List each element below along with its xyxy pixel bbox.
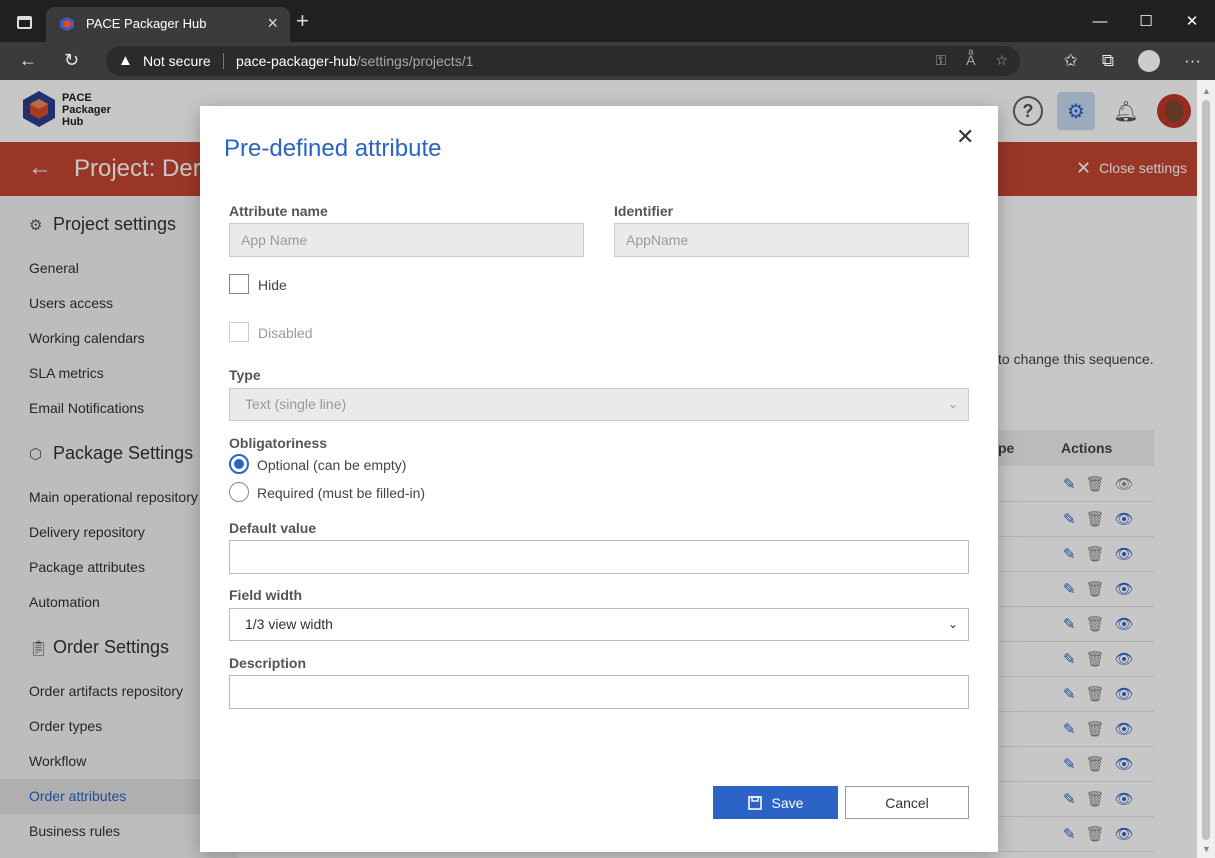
window-menu-icon[interactable] [17,16,32,29]
required-radio[interactable] [229,482,249,502]
favorite-add-icon[interactable]: ☆ [995,52,1008,69]
page-scrollbar[interactable]: ▲ ▼ [1197,80,1215,858]
browser-toolbar: ← ↻ ▲ Not secure pace-packager-hub/setti… [0,42,1215,80]
read-aloud-icon[interactable]: Aͣ [966,52,975,69]
disabled-checkbox[interactable] [229,322,249,342]
scrollbar-thumb[interactable] [1202,100,1210,840]
minimize-icon[interactable]: — [1077,0,1123,42]
address-separator [223,53,224,69]
default-value-input[interactable] [229,540,969,574]
default-value-label: Default value [229,520,317,536]
required-radio-label[interactable]: Required (must be filled-in) [257,485,425,501]
maximize-icon[interactable]: ☐ [1123,0,1169,42]
save-disk-icon [747,795,762,810]
chevron-down-icon: ⌄ [947,617,958,631]
url-text[interactable]: pace-packager-hub/settings/projects/1 [236,53,473,69]
key-icon[interactable]: ⚿ [935,52,946,69]
cancel-button[interactable]: Cancel [845,786,969,819]
optional-radio[interactable] [229,454,249,474]
tab-close-icon[interactable]: × [267,13,278,34]
type-label: Type [229,367,261,383]
identifier-input[interactable]: AppName [614,223,969,257]
not-secure-label[interactable]: Not secure [143,53,211,69]
collections-icon[interactable]: ⧉ [1102,51,1114,71]
disabled-checkbox-label[interactable]: Disabled [258,325,312,341]
field-width-label: Field width [229,587,303,603]
obligatoriness-label: Obligatoriness [229,435,328,451]
dialog-title: Pre-defined attribute [224,135,442,162]
identifier-label: Identifier [614,203,674,219]
save-button[interactable]: Save [713,786,838,819]
hide-checkbox[interactable] [229,274,249,294]
attribute-name-label: Attribute name [229,203,328,219]
new-tab-icon[interactable]: + [296,10,309,32]
favorites-icon[interactable]: ✩ [1064,51,1078,71]
scroll-up-icon[interactable]: ▲ [1202,86,1211,96]
url-path: /settings/projects/1 [356,53,474,69]
address-bar[interactable]: ▲ Not secure pace-packager-hub/settings/… [106,46,1020,76]
attribute-name-input[interactable]: App Name [229,223,584,257]
close-icon[interactable]: ✕ [956,124,974,150]
warning-icon[interactable]: ▲ [118,52,133,69]
chevron-down-icon: ⌄ [947,397,958,411]
description-input[interactable] [229,675,969,709]
type-select-value: Text (single line) [245,396,347,412]
save-button-label: Save [771,794,804,811]
type-select[interactable]: Text (single line) ⌄ [229,388,969,421]
profile-icon[interactable] [1138,50,1161,72]
scroll-down-icon[interactable]: ▼ [1202,844,1211,854]
field-width-select-value: 1/3 view width [245,616,333,632]
more-menu-icon[interactable]: ··· [1184,51,1201,71]
url-host: pace-packager-hub [236,53,357,69]
predefined-attribute-dialog: Pre-defined attribute ✕ Attribute name A… [200,106,998,852]
field-width-select[interactable]: 1/3 view width ⌄ [229,608,969,641]
optional-radio-label[interactable]: Optional (can be empty) [257,457,406,473]
browser-titlebar: PACE Packager Hub × + — ☐ ✕ [0,0,1215,42]
browser-tab[interactable]: PACE Packager Hub × [46,7,290,42]
description-label: Description [229,655,307,671]
pace-favicon-icon [60,17,74,31]
hide-checkbox-label[interactable]: Hide [258,277,287,293]
back-arrow-icon[interactable]: ← [19,50,37,71]
refresh-icon[interactable]: ↻ [64,50,79,71]
close-window-icon[interactable]: ✕ [1169,0,1215,42]
tab-title: PACE Packager Hub [86,16,207,31]
